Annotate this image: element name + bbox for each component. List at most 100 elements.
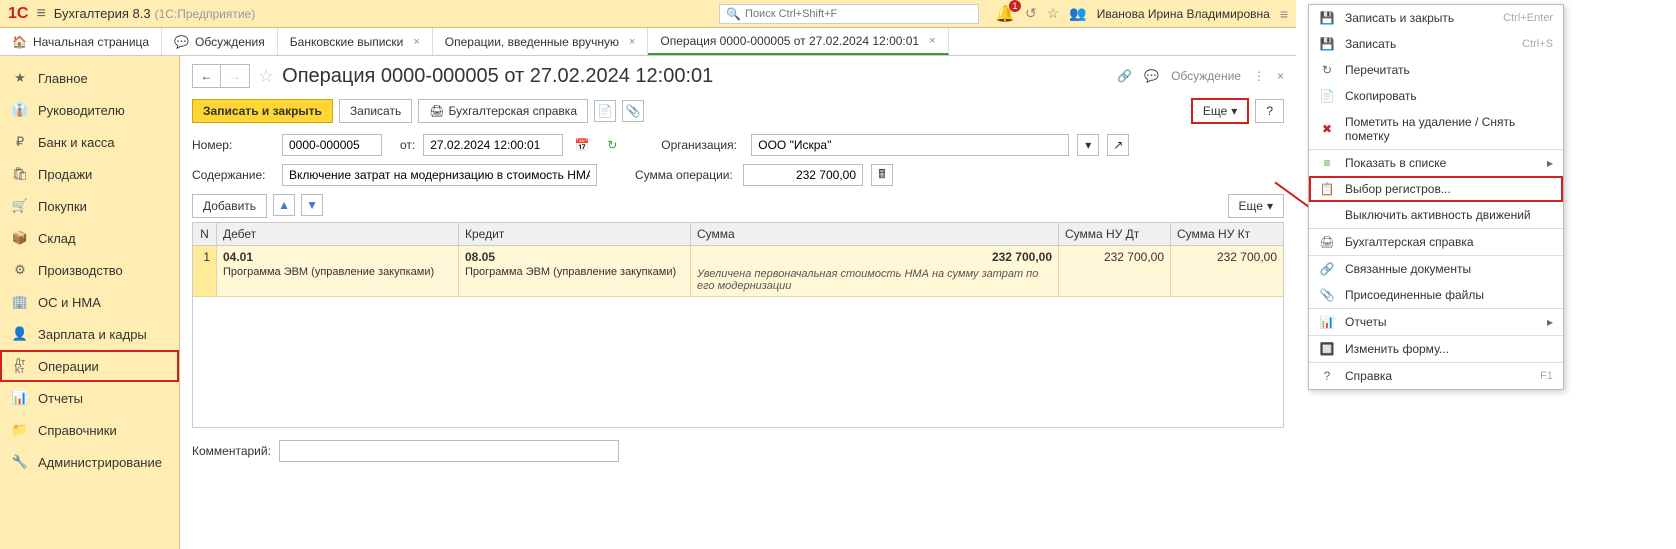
close-icon[interactable]: × [629, 36, 635, 48]
search-input[interactable] [745, 8, 972, 20]
dropdown-icon[interactable]: ▾ [1077, 134, 1099, 156]
ctx-label: Показать в списке [1345, 156, 1537, 170]
star-icon[interactable]: ☆ [1047, 5, 1060, 22]
save-close-button[interactable]: Записать и закрыть [192, 99, 333, 123]
ctx-label: Перечитать [1345, 63, 1553, 77]
cart-icon: 🛒 [12, 198, 28, 214]
sidebar-item-label: Склад [38, 231, 76, 246]
menu-icon[interactable]: ≡ [36, 5, 45, 23]
accounting-ref-button[interactable]: 🖨Бухгалтерская справка [418, 99, 588, 123]
sidebar-item-admin[interactable]: 🔧Администрирование [0, 446, 179, 478]
ctx-mark-delete[interactable]: ✖Пометить на удаление / Снять пометку [1309, 109, 1563, 149]
tab-discussions[interactable]: 💬Обсуждения [162, 28, 278, 55]
sum-input[interactable] [743, 164, 863, 186]
sidebar-item-osnma[interactable]: 🏢ОС и НМА [0, 286, 179, 318]
btn-label: Бухгалтерская справка [448, 104, 577, 118]
org-label: Организация: [661, 138, 743, 152]
ctx-reread[interactable]: ↻Перечитать [1309, 57, 1563, 83]
discuss-label[interactable]: Обсуждение [1171, 69, 1241, 83]
help-button[interactable]: ? [1255, 99, 1284, 123]
form-icon: 🔲 [1319, 342, 1335, 356]
ctx-accounting-ref[interactable]: 🖨Бухгалтерская справка [1309, 228, 1563, 255]
date-input[interactable] [423, 134, 563, 156]
ctx-change-form[interactable]: 🔲 Изменить форму... [1309, 335, 1563, 362]
close-icon[interactable]: × [1277, 69, 1284, 83]
ctx-choose-registers[interactable]: 📋Выбор регистров... [1309, 176, 1563, 202]
sidebar-item-manager[interactable]: 👔Руководителю [0, 94, 179, 126]
sidebar-item-warehouse[interactable]: 📦Склад [0, 222, 179, 254]
template-button[interactable]: 📄 [594, 100, 616, 122]
search-box[interactable]: 🔍 [719, 4, 979, 24]
sidebar-item-reports[interactable]: 📊Отчеты [0, 382, 179, 414]
ctx-copy[interactable]: 📄Скопировать [1309, 83, 1563, 109]
sidebar-item-sales[interactable]: 🛍Продажи [0, 158, 179, 190]
ctx-related-docs[interactable]: 🔗Связанные документы [1309, 255, 1563, 282]
sidebar-item-salary[interactable]: 👤Зарплата и кадры [0, 318, 179, 350]
sidebar-item-directories[interactable]: 📁Справочники [0, 414, 179, 446]
more-icon[interactable]: ⋮ [1253, 69, 1265, 83]
add-row-button[interactable]: Добавить [192, 194, 267, 218]
content-input[interactable] [282, 164, 597, 186]
ctx-label: Связанные документы [1345, 262, 1553, 276]
chevron-down-icon: ▾ [1267, 199, 1273, 213]
comment-input[interactable] [279, 440, 619, 462]
tab-label: Обсуждения [195, 35, 265, 49]
ctx-reports[interactable]: 📊Отчеты▸ [1309, 308, 1563, 335]
sidebar-item-main[interactable]: ★Главное [0, 62, 179, 94]
favorite-icon[interactable]: ☆ [258, 66, 274, 87]
sidebar-item-purchases[interactable]: 🛒Покупки [0, 190, 179, 222]
settings-icon[interactable]: ≡ [1280, 6, 1288, 22]
document-title: Операция 0000-000005 от 27.02.2024 12:00… [282, 65, 713, 88]
ctx-save-close[interactable]: 💾Записать и закрытьCtrl+Enter [1309, 5, 1563, 31]
print-icon: 🖨 [1319, 235, 1335, 249]
ctx-label: Изменить форму... [1345, 342, 1553, 356]
ctx-show-list[interactable]: ≡Показать в списке▸ [1309, 149, 1563, 176]
number-label: Номер: [192, 138, 274, 152]
calendar-icon[interactable]: 📅 [571, 134, 593, 156]
ctx-help[interactable]: ?СправкаF1 [1309, 362, 1563, 389]
tab-bank-statements[interactable]: Банковские выписки× [278, 28, 433, 55]
context-menu: 💾Записать и закрытьCtrl+Enter 💾ЗаписатьC… [1308, 4, 1564, 390]
col-header-debet: Дебет [217, 223, 459, 245]
cell-nukt[interactable]: 232 700,00 [1171, 246, 1283, 296]
cell-n: 1 [193, 246, 217, 296]
bell-icon[interactable]: 🔔1 [995, 4, 1015, 24]
close-icon[interactable]: × [929, 35, 935, 47]
sidebar-item-production[interactable]: ⚙Производство [0, 254, 179, 286]
move-down-button[interactable]: ▼ [301, 194, 323, 216]
cell-kredit[interactable]: 08.05 Программа ЭВМ (управление закупкам… [459, 246, 691, 296]
grid-more-button[interactable]: Еще ▾ [1228, 194, 1284, 218]
move-up-button[interactable]: ▲ [273, 194, 295, 216]
cell-debet[interactable]: 04.01 Программа ЭВМ (управление закупкам… [217, 246, 459, 296]
open-icon[interactable]: ↗ [1107, 134, 1129, 156]
table-row[interactable]: 1 04.01 Программа ЭВМ (управление закупк… [193, 246, 1283, 297]
tab-label: Операция 0000-000005 от 27.02.2024 12:00… [660, 34, 919, 48]
more-button[interactable]: Еще ▾ [1191, 98, 1249, 124]
sidebar-item-label: ОС и НМА [38, 295, 101, 310]
nav-back-button[interactable]: ← [193, 65, 221, 87]
tab-current-operation[interactable]: Операция 0000-000005 от 27.02.2024 12:00… [648, 28, 948, 55]
person-icon: 👤 [12, 326, 28, 342]
org-input[interactable] [751, 134, 1069, 156]
entries-grid: N Дебет Кредит Сумма Сумма НУ Дт Сумма Н… [192, 222, 1284, 428]
save-button[interactable]: Записать [339, 99, 412, 123]
cell-sum[interactable]: 232 700,00 Увеличена первоначальная стои… [691, 246, 1059, 296]
sidebar-item-operations[interactable]: ДтКтОперации [0, 350, 179, 382]
history-icon[interactable]: ↺ [1025, 5, 1037, 22]
ctx-disable-movements[interactable]: Выключить активность движений [1309, 202, 1563, 228]
calc-icon[interactable]: 🖩 [871, 164, 893, 186]
close-icon[interactable]: × [413, 36, 419, 48]
tab-home[interactable]: 🏠Начальная страница [0, 28, 162, 55]
cell-nudt[interactable]: 232 700,00 [1059, 246, 1171, 296]
kredit-subconto: Программа ЭВМ (управление закупками) [465, 266, 684, 278]
sidebar-item-label: Отчеты [38, 391, 83, 406]
link-icon[interactable]: 🔗 [1117, 69, 1132, 83]
sidebar-item-bank[interactable]: ₽Банк и касса [0, 126, 179, 158]
ctx-save[interactable]: 💾ЗаписатьCtrl+S [1309, 31, 1563, 57]
ctx-attached-files[interactable]: 📎Присоединенные файлы [1309, 282, 1563, 308]
attach-button[interactable]: 📎 [622, 100, 644, 122]
tab-manual-operations[interactable]: Операции, введенные вручную× [433, 28, 649, 55]
refresh-icon[interactable]: ↻ [601, 134, 623, 156]
number-input[interactable] [282, 134, 382, 156]
nav-forward-button[interactable]: → [221, 65, 249, 87]
